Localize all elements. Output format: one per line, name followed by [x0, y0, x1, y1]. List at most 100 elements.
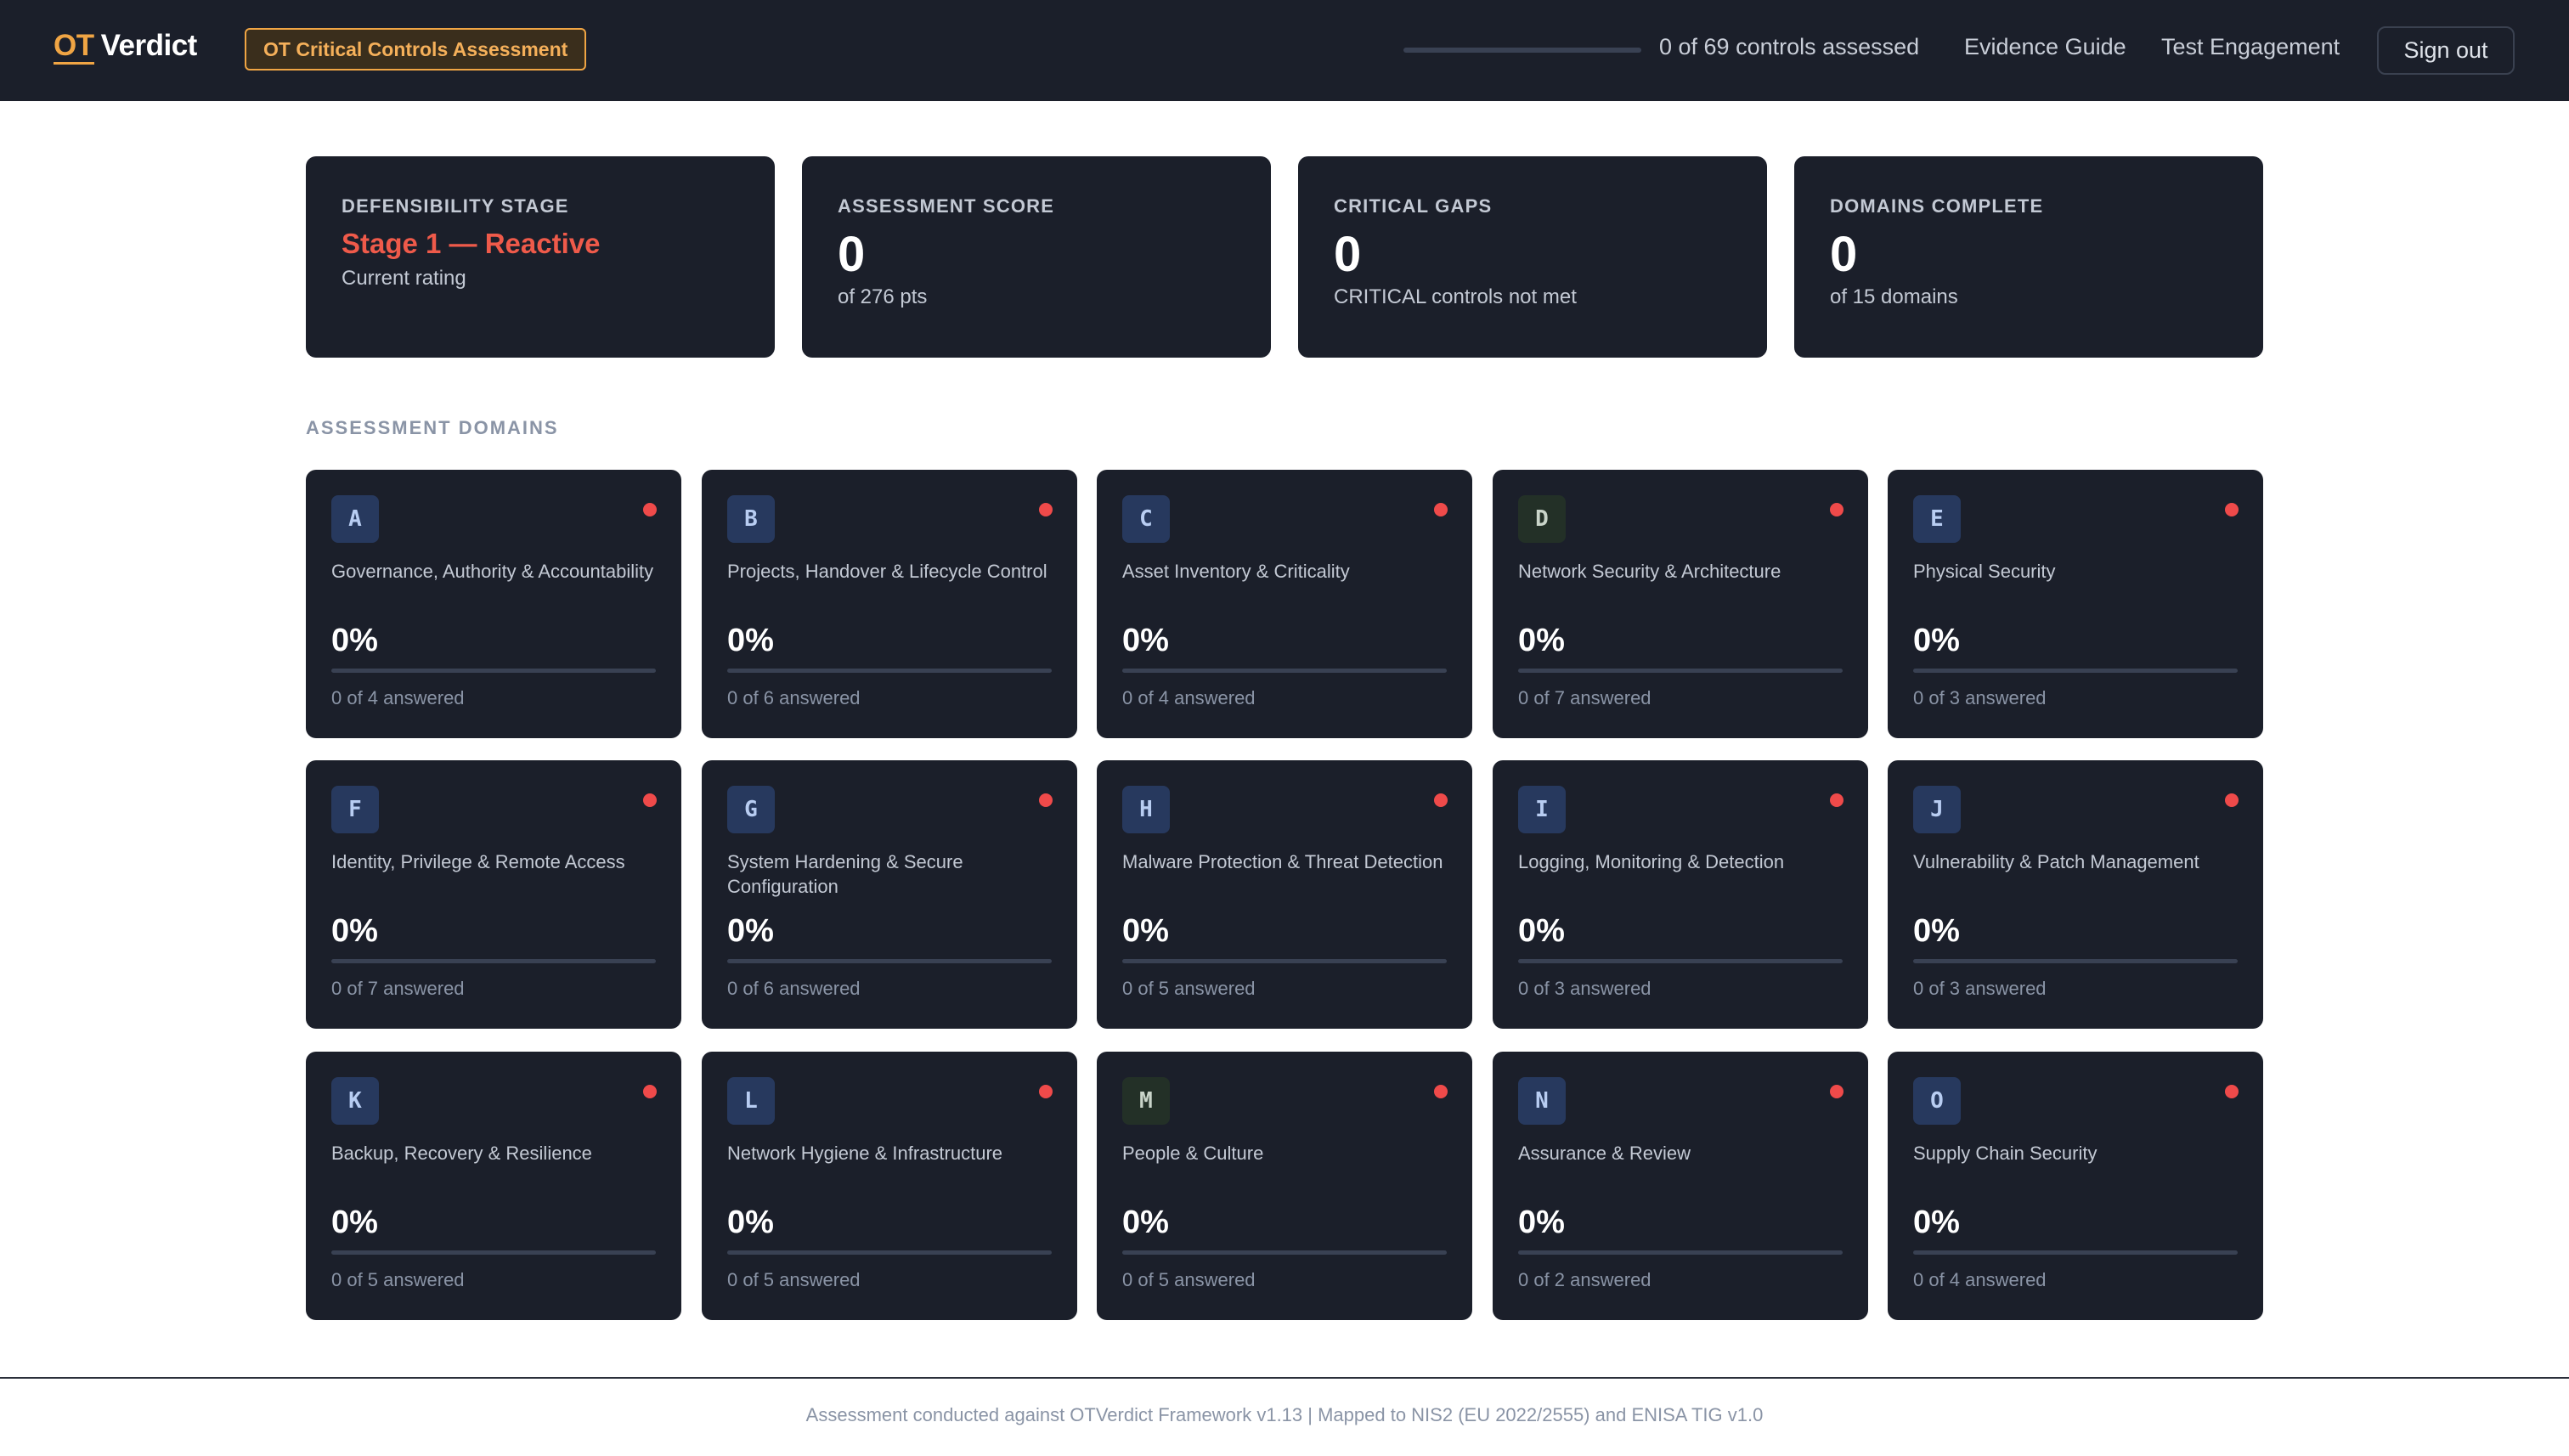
domain-percent: 0% [1913, 913, 1960, 949]
domain-card-k[interactable]: K Backup, Recovery & Resilience 0% 0 of … [306, 1052, 681, 1320]
domain-answered-count: 0 of 6 answered [727, 687, 861, 708]
domain-percent: 0% [1122, 623, 1169, 658]
domain-percent: 0% [1518, 623, 1565, 658]
domain-answered-count: 0 of 6 answered [727, 978, 861, 999]
stat-label: ASSESSMENT SCORE [838, 195, 1055, 217]
logo-verdict: Verdict [100, 29, 198, 62]
domain-card-j[interactable]: J Vulnerability & Patch Management 0% 0 … [1888, 760, 2263, 1029]
domain-letter-badge: M [1122, 1077, 1170, 1125]
test-engagement-link[interactable]: Test Engagement [2161, 34, 2340, 60]
critical-gaps-card: CRITICAL GAPS 0 CRITICAL controls not me… [1298, 156, 1767, 358]
domain-letter-badge: F [331, 786, 379, 833]
domain-progress-bar [1518, 669, 1843, 673]
stage-value: Stage 1 — Reactive [342, 228, 601, 259]
domain-percent: 0% [727, 623, 774, 658]
domain-percent: 0% [727, 913, 774, 949]
status-dot [1039, 1085, 1053, 1098]
domain-answered-count: 0 of 5 answered [727, 1269, 861, 1290]
domain-answered-count: 0 of 5 answered [1122, 1269, 1256, 1290]
domain-progress-bar [727, 1250, 1052, 1255]
domain-letter-badge: D [1518, 495, 1566, 543]
controls-progress-text: 0 of 69 controls assessed [1659, 34, 1920, 59]
domain-letter-badge: G [727, 786, 775, 833]
domain-card-h[interactable]: H Malware Protection & Threat Detection … [1097, 760, 1472, 1029]
domain-percent: 0% [1122, 913, 1169, 949]
status-dot [643, 1085, 657, 1098]
status-dot [2225, 1085, 2239, 1098]
domain-card-n[interactable]: N Assurance & Review 0% 0 of 2 answered [1493, 1052, 1868, 1320]
domain-card-i[interactable]: I Logging, Monitoring & Detection 0% 0 o… [1493, 760, 1868, 1029]
domain-name: Projects, Handover & Lifecycle Control [727, 561, 1047, 582]
evidence-guide-link[interactable]: Evidence Guide [1964, 34, 2126, 60]
domain-percent: 0% [1913, 623, 1960, 658]
domain-letter-badge: H [1122, 786, 1170, 833]
domain-progress-bar [1122, 1250, 1447, 1255]
status-dot [1830, 503, 1843, 516]
domain-percent: 0% [1518, 913, 1565, 949]
domain-letter-badge: O [1913, 1077, 1961, 1125]
domain-answered-count: 0 of 7 answered [331, 978, 465, 999]
domain-percent: 0% [331, 913, 378, 949]
status-dot [1039, 793, 1053, 807]
status-dot [1830, 793, 1843, 807]
domain-progress-bar [1518, 1250, 1843, 1255]
status-dot [643, 793, 657, 807]
domain-progress-bar [331, 1250, 656, 1255]
status-dot [1039, 503, 1053, 516]
logo-ot: OT [54, 31, 94, 65]
domain-name: System Hardening & Secure Configuration [727, 851, 963, 897]
stat-label: CRITICAL GAPS [1334, 195, 1493, 217]
domain-answered-count: 0 of 7 answered [1518, 687, 1652, 708]
domain-progress-bar [1518, 959, 1843, 963]
status-dot [2225, 503, 2239, 516]
domain-card-g[interactable]: G System Hardening & Secure Configuratio… [702, 760, 1077, 1029]
domain-progress-bar [331, 959, 656, 963]
domain-answered-count: 0 of 3 answered [1913, 978, 2047, 999]
domain-letter-badge: A [331, 495, 379, 543]
footer-text: Assessment conducted against OTVerdict F… [805, 1404, 1764, 1425]
domain-card-d[interactable]: D Network Security & Architecture 0% 0 o… [1493, 470, 1868, 738]
domain-card-e[interactable]: E Physical Security 0% 0 of 3 answered [1888, 470, 2263, 738]
domain-letter-badge: K [331, 1077, 379, 1125]
domain-percent: 0% [331, 623, 378, 658]
footer-divider [0, 1377, 2569, 1379]
domain-card-a[interactable]: A Governance, Authority & Accountability… [306, 470, 681, 738]
domain-name: Assurance & Review [1518, 1143, 1691, 1164]
domain-percent: 0% [1122, 1205, 1169, 1240]
domain-answered-count: 0 of 4 answered [331, 687, 465, 708]
domain-card-b[interactable]: B Projects, Handover & Lifecycle Control… [702, 470, 1077, 738]
sign-out-button[interactable]: Sign out [2377, 26, 2515, 75]
domain-name: Supply Chain Security [1913, 1143, 2098, 1164]
domain-answered-count: 0 of 5 answered [331, 1269, 465, 1290]
domain-answered-count: 0 of 3 answered [1518, 978, 1652, 999]
stat-value: 0 [1334, 227, 1362, 282]
stat-subtext: of 15 domains [1830, 285, 1958, 308]
domain-progress-bar [1913, 959, 2238, 963]
domain-name: Governance, Authority & Accountability [331, 561, 654, 582]
domain-answered-count: 0 of 2 answered [1518, 1269, 1652, 1290]
defensibility-stage-card: DEFENSIBILITY STAGE Stage 1 — Reactive C… [306, 156, 775, 358]
domain-answered-count: 0 of 5 answered [1122, 978, 1256, 999]
domain-progress-bar [1913, 669, 2238, 673]
domain-answered-count: 0 of 3 answered [1913, 687, 2047, 708]
domain-card-o[interactable]: O Supply Chain Security 0% 0 of 4 answer… [1888, 1052, 2263, 1320]
domain-name: People & Culture [1122, 1143, 1264, 1164]
stat-value: 0 [1830, 227, 1858, 282]
domain-percent: 0% [727, 1205, 774, 1240]
domain-name: Vulnerability & Patch Management [1913, 851, 2199, 872]
domain-card-l[interactable]: L Network Hygiene & Infrastructure 0% 0 … [702, 1052, 1077, 1320]
domain-name: Asset Inventory & Criticality [1122, 561, 1350, 582]
controls-progress-bar [1403, 48, 1641, 53]
domain-name: Physical Security [1913, 561, 2056, 582]
domain-card-f[interactable]: F Identity, Privilege & Remote Access 0%… [306, 760, 681, 1029]
domain-name: Malware Protection & Threat Detection [1122, 851, 1443, 872]
app-logo[interactable]: OT Verdict [54, 29, 197, 65]
domain-card-m[interactable]: M People & Culture 0% 0 of 5 answered [1097, 1052, 1472, 1320]
stat-subtext: CRITICAL controls not met [1334, 285, 1577, 308]
stat-label: DOMAINS COMPLETE [1830, 195, 2044, 217]
stat-subtext: Current rating [342, 267, 466, 290]
domain-answered-count: 0 of 4 answered [1122, 687, 1256, 708]
domain-letter-badge: L [727, 1077, 775, 1125]
domain-name: Network Hygiene & Infrastructure [727, 1143, 1003, 1164]
domain-card-c[interactable]: C Asset Inventory & Criticality 0% 0 of … [1097, 470, 1472, 738]
